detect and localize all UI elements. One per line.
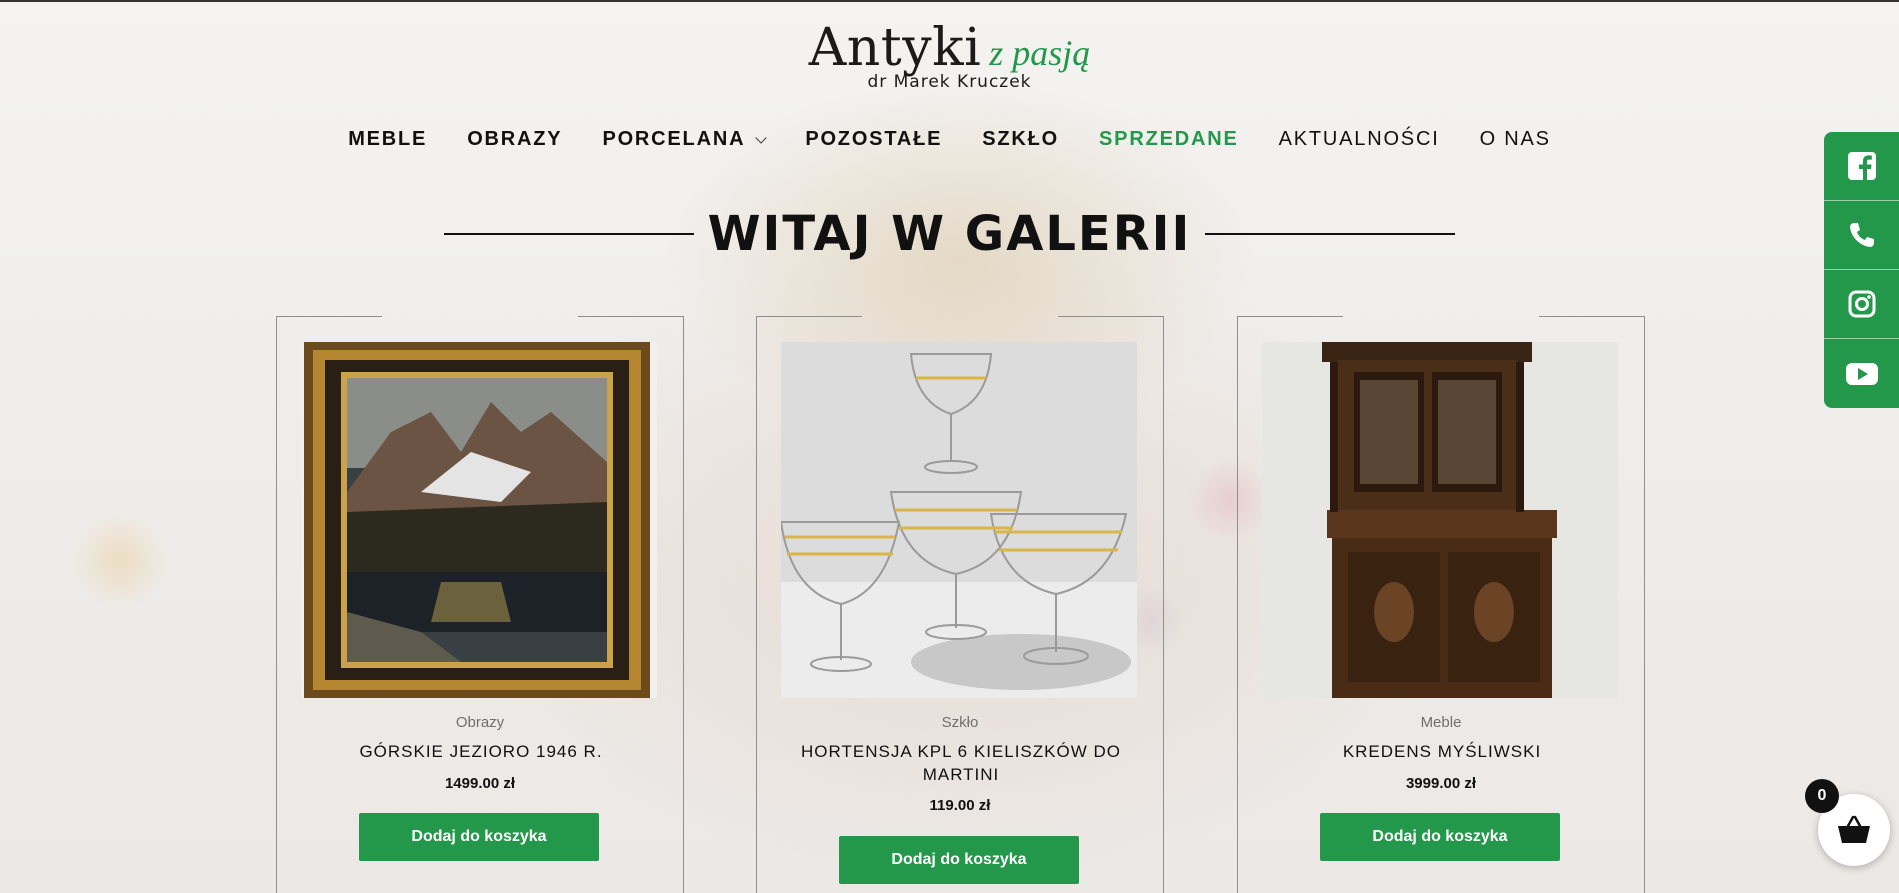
product-name[interactable]: KREDENS MYŚLIWSKI <box>1268 740 1616 763</box>
add-to-cart-button[interactable]: Dodaj do koszyka <box>839 836 1079 884</box>
nav-item-o-nas[interactable]: O NAS <box>1480 128 1551 151</box>
nav-item-aktualnosci[interactable]: AKTUALNOŚCI <box>1279 128 1440 151</box>
phone-icon <box>1849 223 1874 247</box>
nav-item-szklo[interactable]: SZKŁO <box>982 128 1059 151</box>
logo-accent: z pasją <box>989 33 1091 73</box>
product-name[interactable]: HORTENSJA KPL 6 KIELISZKÓW DO MARTINI <box>787 740 1135 786</box>
phone-link[interactable] <box>1824 201 1899 270</box>
cart-count-badge: 0 <box>1805 779 1839 813</box>
main-nav: MEBLE OBRAZY PORCELANA POZOSTAŁE SZKŁO S… <box>0 128 1899 151</box>
instagram-icon <box>1848 290 1875 318</box>
instagram-link[interactable] <box>1824 270 1899 339</box>
logo-title: Antyki <box>808 18 982 78</box>
top-border <box>0 0 1899 2</box>
nav-item-porcelana[interactable]: PORCELANA <box>602 128 767 151</box>
heading-line-left <box>443 233 694 235</box>
product-image-painting[interactable] <box>301 342 657 698</box>
nav-item-pozostale[interactable]: POZOSTAŁE <box>805 128 942 151</box>
social-sidebar <box>1824 132 1899 408</box>
nav-item-meble[interactable]: MEBLE <box>348 128 427 151</box>
basket-icon <box>1838 815 1870 843</box>
product-price: 3999.00 zł <box>1405 775 1477 792</box>
product-category: Obrazy <box>455 714 505 731</box>
facebook-icon <box>1847 152 1876 180</box>
youtube-link[interactable] <box>1824 339 1899 408</box>
product-name[interactable]: GÓRSKIE JEZIORO 1946 R. <box>307 740 655 763</box>
nav-item-sprzedane[interactable]: SPRZEDANE <box>1099 128 1239 151</box>
youtube-icon <box>1845 362 1878 385</box>
gallery-heading: WITAJ W GALERII <box>0 206 1899 262</box>
chevron-down-icon <box>755 131 767 144</box>
product-price: 119.00 zł <box>929 797 991 814</box>
product-card: Obrazy GÓRSKIE JEZIORO 1946 R. 1499.00 z… <box>276 316 684 893</box>
product-card: Meble KREDENS MYŚLIWSKI 3999.00 zł Dodaj… <box>1237 316 1645 893</box>
product-price: 1499.00 zł <box>444 775 516 792</box>
product-category: Meble <box>1420 714 1462 731</box>
product-card: Szkło HORTENSJA KPL 6 KIELISZKÓW DO MART… <box>756 316 1164 893</box>
add-to-cart-button[interactable]: Dodaj do koszyka <box>359 813 599 861</box>
product-image-glasses[interactable] <box>781 342 1137 698</box>
site-logo[interactable]: Antyki z pasją dr Marek Kruczek <box>0 18 1899 92</box>
add-to-cart-button[interactable]: Dodaj do koszyka <box>1320 813 1560 861</box>
product-image-cabinet[interactable] <box>1262 342 1618 698</box>
nav-item-obrazy[interactable]: OBRAZY <box>467 128 562 151</box>
product-category: Szkło <box>941 714 979 731</box>
nav-item-porcelana-label: PORCELANA <box>602 128 746 150</box>
facebook-link[interactable] <box>1824 132 1899 201</box>
page-title: WITAJ W GALERII <box>707 206 1192 262</box>
heading-line-right <box>1205 233 1456 235</box>
